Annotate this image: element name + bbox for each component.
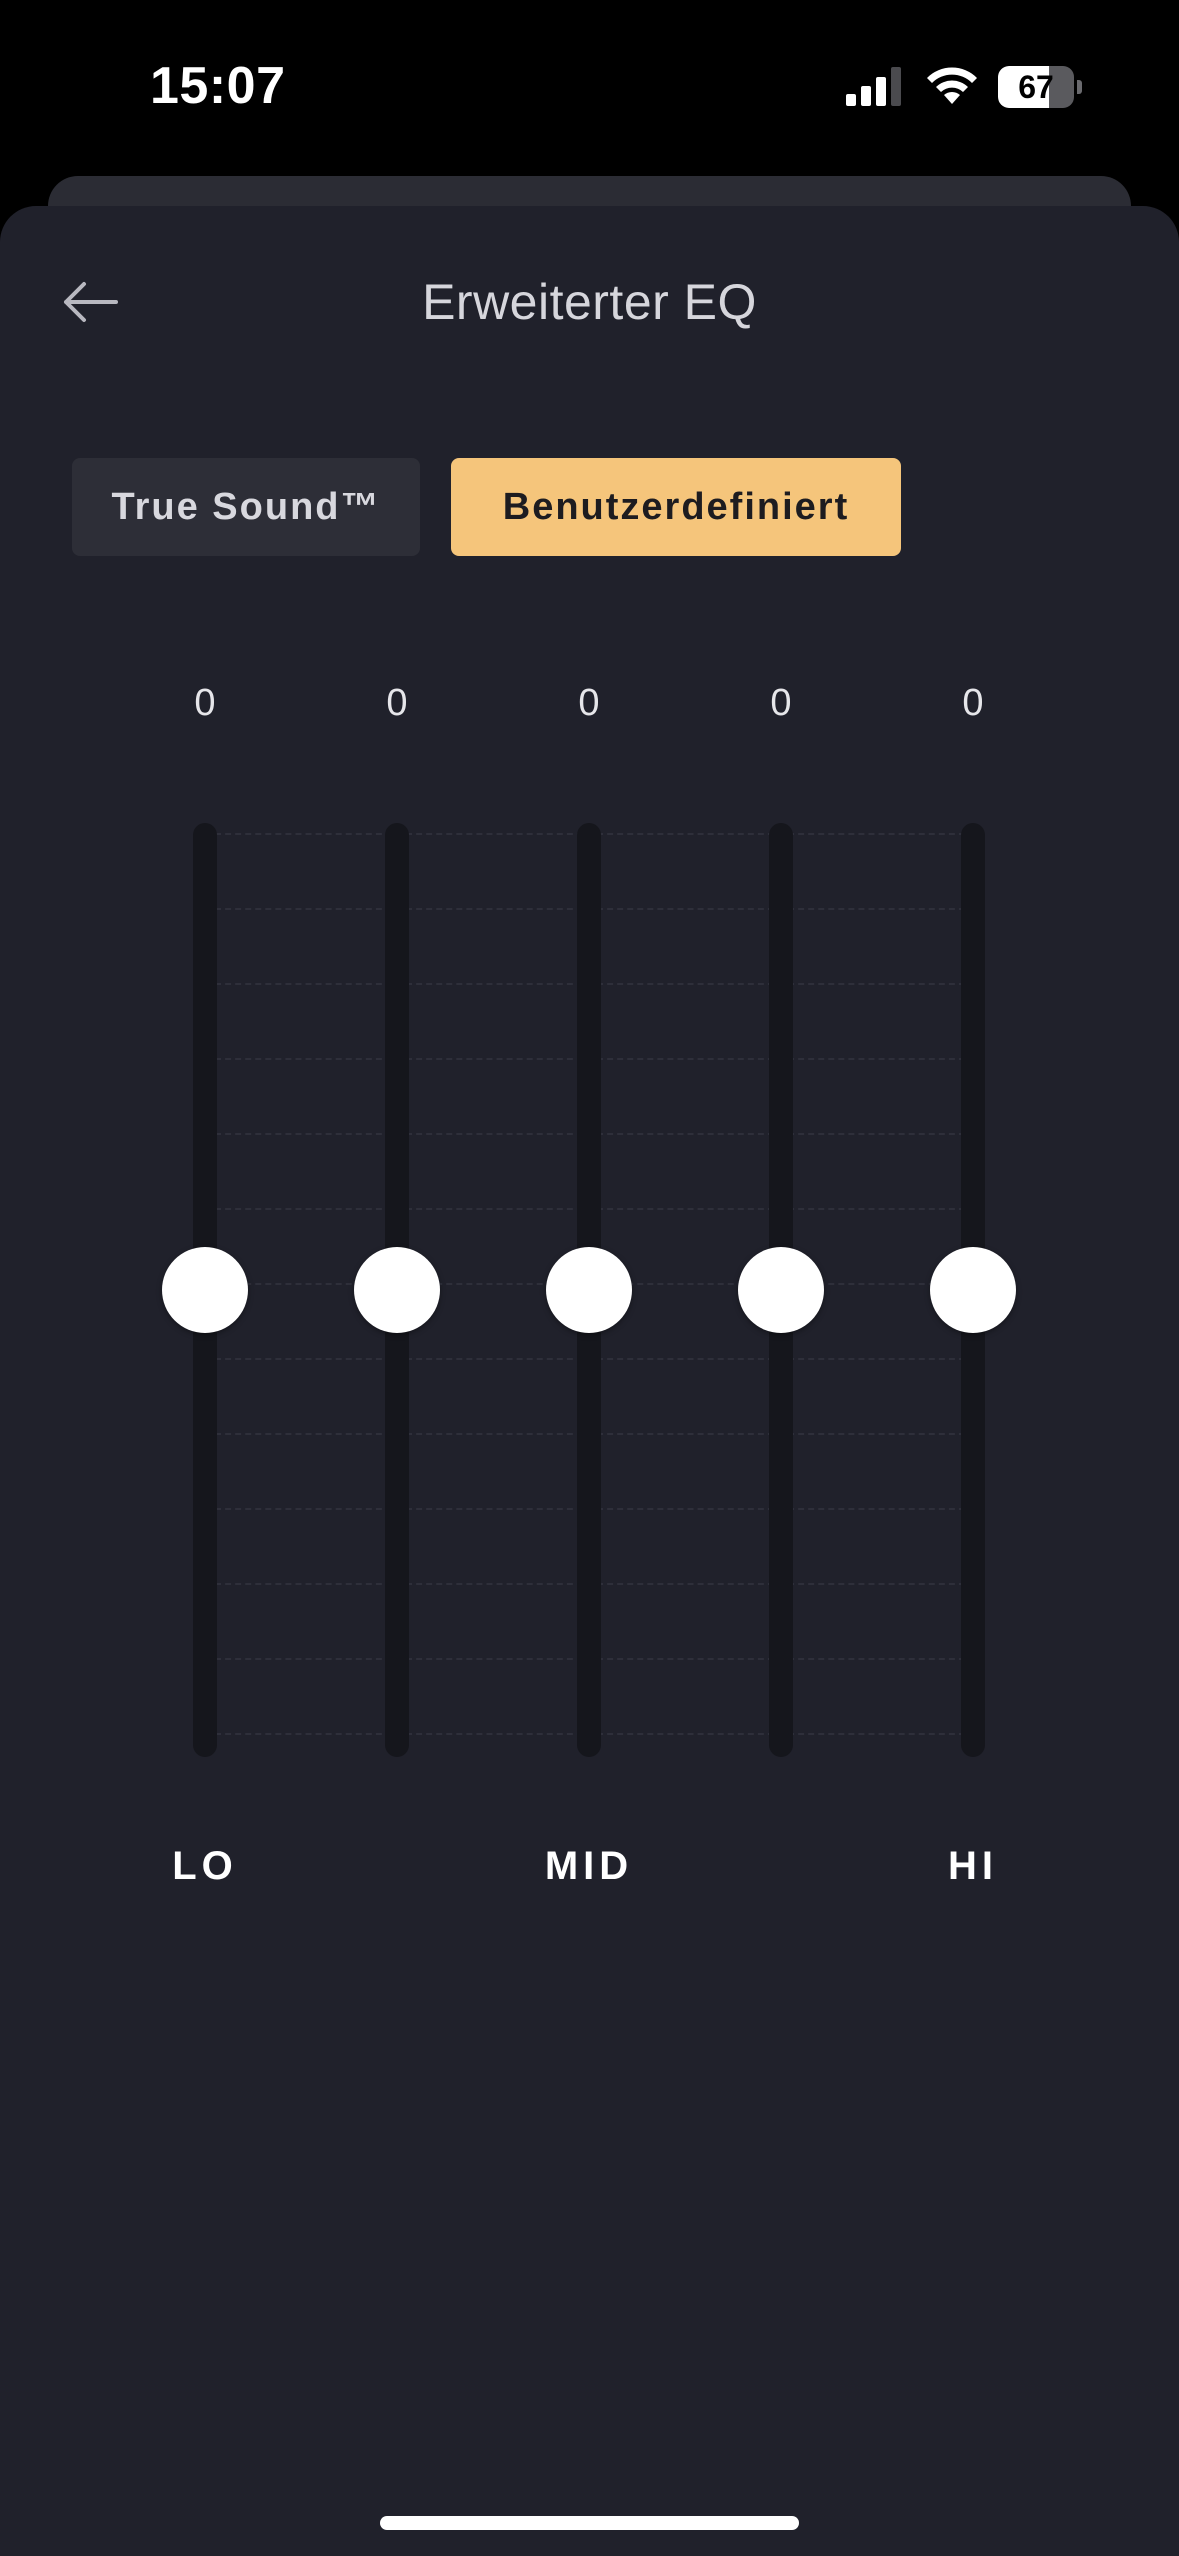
home-indicator xyxy=(380,2516,799,2530)
equalizer: 0 0 0 0 0 LO MID HI xyxy=(0,206,1179,2556)
band-2-value: 0 xyxy=(386,682,408,724)
battery-level: 67 xyxy=(1018,69,1054,105)
band-label-mid: MID xyxy=(544,1844,634,1888)
battery-body: 67 xyxy=(998,66,1074,108)
band-4-value: 0 xyxy=(770,682,792,724)
eq-sheet: Erweiterter EQ True Sound™ Benutzerdefin… xyxy=(0,206,1179,2556)
band-1-value: 0 xyxy=(194,682,216,724)
band-4-slider-thumb[interactable] xyxy=(738,1247,824,1333)
status-bar: 15:07 67 xyxy=(0,0,1179,176)
cellular-signal-icon xyxy=(846,67,901,106)
band-5-slider-thumb[interactable] xyxy=(930,1247,1016,1333)
battery-indicator: 67 xyxy=(998,66,1082,108)
status-time: 15:07 xyxy=(150,57,286,115)
wifi-icon xyxy=(927,67,977,104)
band-2-slider-thumb[interactable] xyxy=(354,1247,440,1333)
band-1-slider-thumb[interactable] xyxy=(162,1247,248,1333)
band-5-value: 0 xyxy=(962,682,984,724)
battery-tip xyxy=(1077,80,1082,94)
band-label-lo: LO xyxy=(172,1844,238,1888)
band-label-hi: HI xyxy=(948,1844,998,1888)
band-3-value: 0 xyxy=(578,682,600,724)
band-3-slider-thumb[interactable] xyxy=(546,1247,632,1333)
